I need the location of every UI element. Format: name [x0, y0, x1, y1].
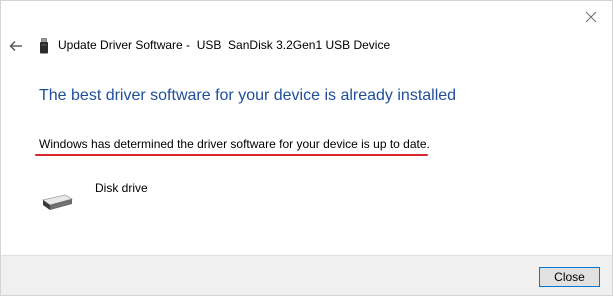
device-type-label: Disk drive: [95, 181, 148, 195]
close-button[interactable]: Close: [539, 267, 600, 287]
back-arrow-icon[interactable]: [7, 37, 25, 55]
disk-drive-icon: [39, 194, 73, 212]
close-icon[interactable]: [580, 6, 602, 28]
page-heading: The best driver software for your device…: [39, 87, 457, 104]
dialog-footer: Close: [1, 255, 612, 295]
red-underline-annotation: [35, 154, 428, 156]
usb-drive-icon: [39, 38, 49, 54]
update-driver-dialog: Update Driver Software - USB SanDisk 3.2…: [0, 0, 613, 296]
status-message: Windows has determined the driver softwa…: [39, 137, 430, 151]
window-title: Update Driver Software - USB SanDisk 3.2…: [58, 38, 391, 52]
